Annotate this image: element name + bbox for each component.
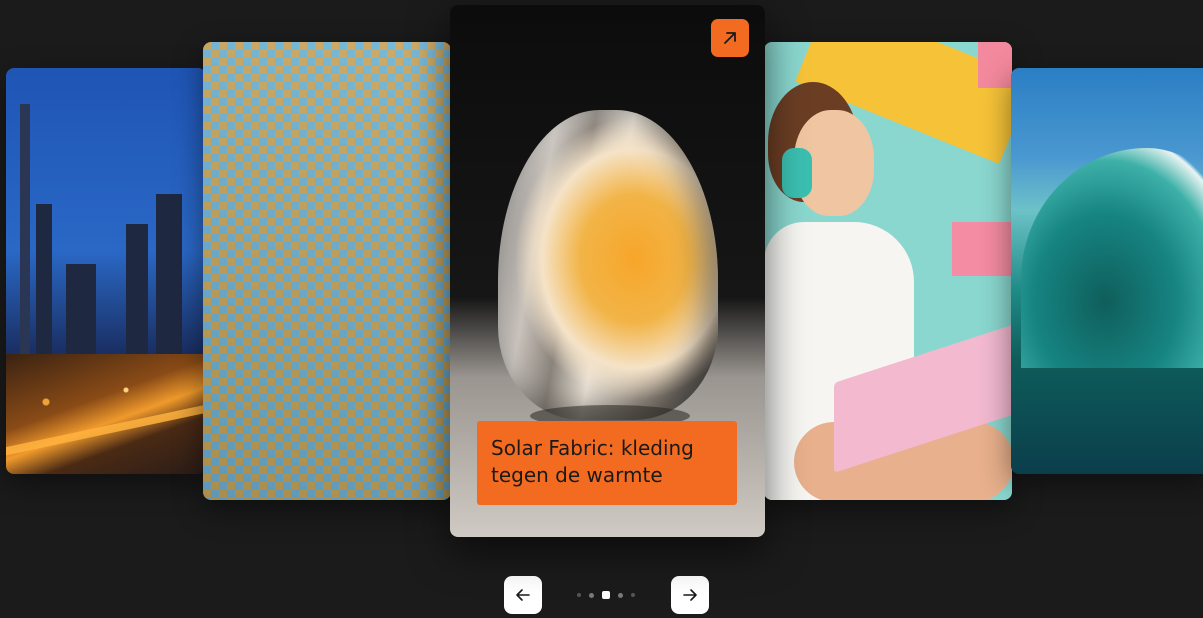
slide-solar-panels[interactable] [203, 42, 451, 500]
skyline-building [36, 204, 52, 354]
carousel: Solar Fabric: kleding tegen de warmte [0, 0, 1203, 618]
skyline-building [66, 264, 96, 354]
arrow-right-icon [683, 589, 697, 601]
open-article-button[interactable] [711, 19, 749, 57]
headphones [782, 148, 812, 198]
pagination-dot[interactable] [577, 593, 581, 597]
pagination-dot[interactable] [618, 592, 623, 598]
next-button[interactable] [671, 576, 709, 614]
pink-paper [978, 42, 1012, 88]
slide-featured-sculpture[interactable]: Solar Fabric: kleding tegen de warmte [450, 5, 765, 537]
slide-girl-laptop[interactable] [764, 42, 1012, 500]
pagination-dot[interactable] [631, 593, 635, 597]
previous-button[interactable] [504, 576, 542, 614]
wave-crest [1021, 148, 1203, 368]
slide-city-skyline[interactable] [6, 68, 206, 474]
pagination-dot-active[interactable] [602, 591, 610, 599]
featured-caption[interactable]: Solar Fabric: kleding tegen de warmte [477, 421, 737, 505]
panels-shade [203, 42, 451, 500]
arrow-left-icon [516, 589, 530, 601]
pagination-dots [566, 590, 646, 600]
skyline-building [126, 224, 148, 354]
skyline-tower [20, 104, 30, 354]
pagination-dot[interactable] [589, 592, 594, 598]
arrow-up-right-icon [724, 32, 736, 44]
pink-paper [952, 222, 1012, 276]
slide-ocean-wave[interactable] [1011, 68, 1203, 474]
mirrored-sculpture [498, 110, 718, 420]
skyline-building [156, 194, 182, 354]
